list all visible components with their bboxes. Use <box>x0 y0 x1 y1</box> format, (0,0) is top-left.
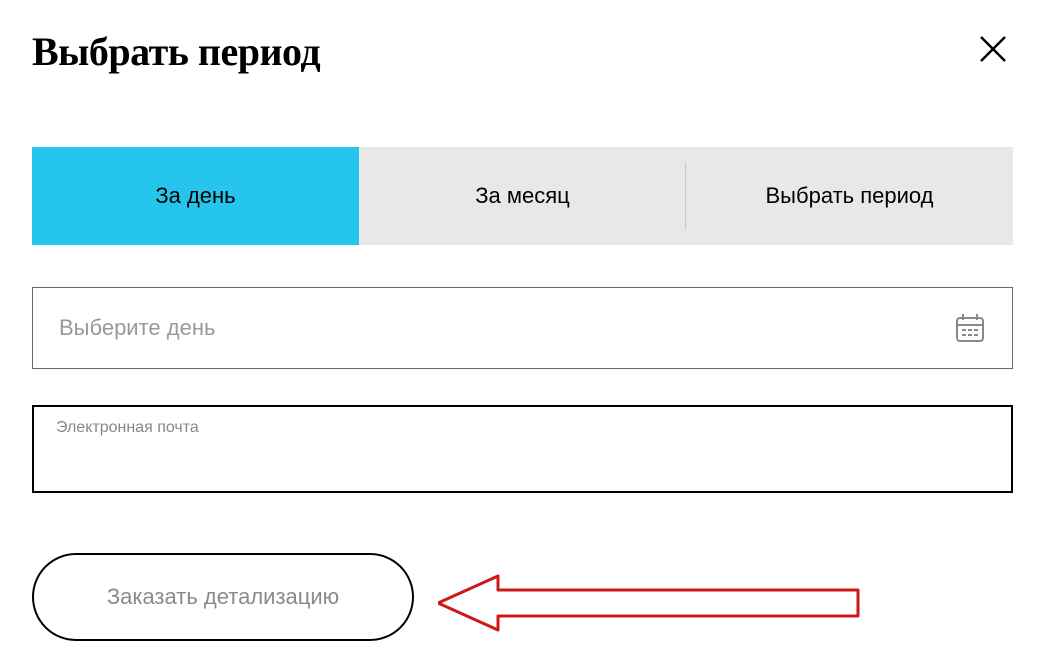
email-field[interactable]: Электронная почта <box>32 405 1013 493</box>
email-label: Электронная почта <box>56 419 989 437</box>
tab-label: За день <box>155 183 235 209</box>
submit-button-label: Заказать детализацию <box>107 584 339 610</box>
date-picker-input[interactable]: Выберите день <box>32 287 1013 369</box>
tab-custom-period[interactable]: Выбрать период <box>686 147 1013 245</box>
tab-month[interactable]: За месяц <box>359 147 686 245</box>
tab-label: За месяц <box>475 183 570 209</box>
annotation-arrow-icon <box>438 568 868 638</box>
close-icon <box>977 33 1009 65</box>
modal-title: Выбрать период <box>32 28 320 75</box>
tab-label: Выбрать период <box>766 183 934 209</box>
close-button[interactable] <box>973 29 1013 74</box>
tab-day[interactable]: За день <box>32 147 359 245</box>
date-placeholder: Выберите день <box>59 315 215 341</box>
period-tabs: За день За месяц Выбрать период <box>32 147 1013 245</box>
calendar-icon <box>954 312 986 344</box>
order-detail-button[interactable]: Заказать детализацию <box>32 553 414 641</box>
